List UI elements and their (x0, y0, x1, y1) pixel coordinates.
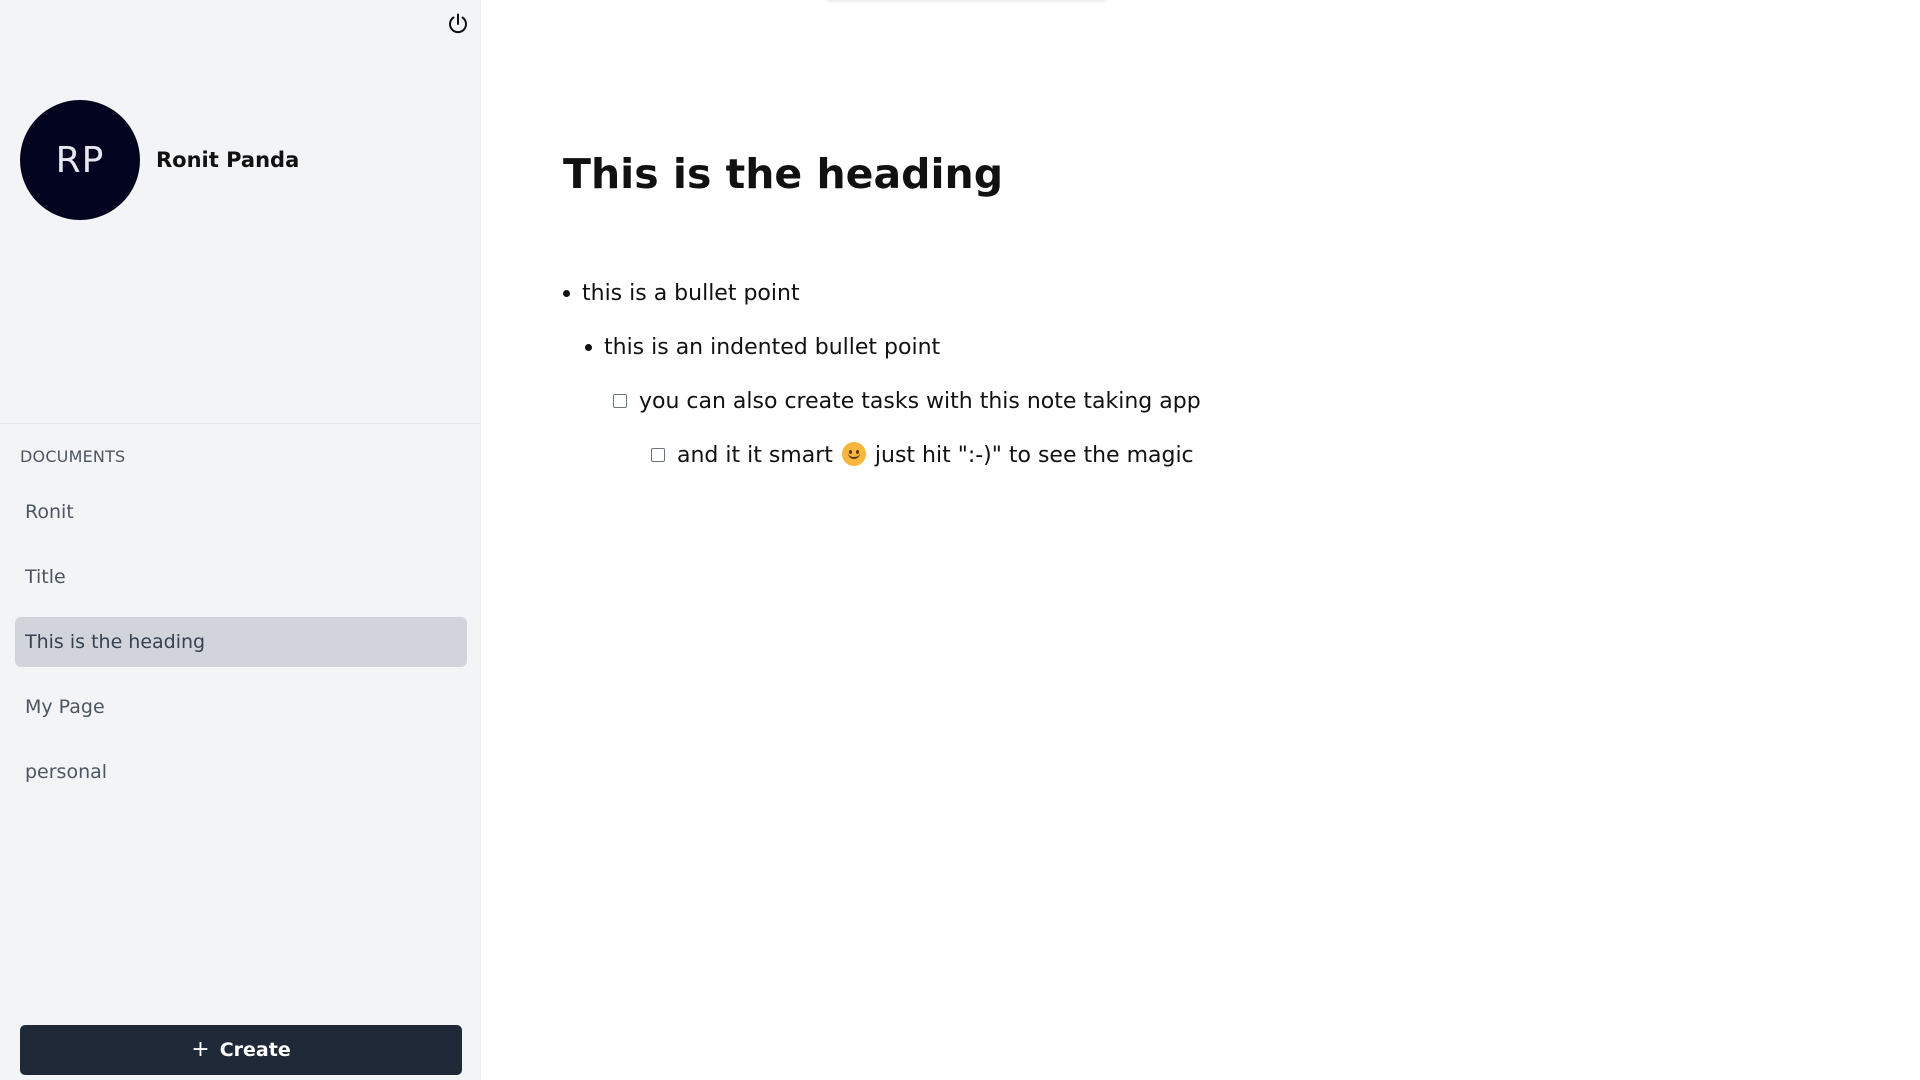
user-profile: RP Ronit Panda (20, 100, 299, 220)
app-window: RP Ronit Panda DOCUMENTS Ronit Title Thi… (0, 0, 1920, 1080)
document-item-personal[interactable]: personal (15, 747, 467, 797)
block-text-after-emoji: just hit ":-)" to see the magic (874, 442, 1194, 468)
bullet-block[interactable]: this is a bullet point (563, 266, 1863, 320)
task-checkbox[interactable] (651, 448, 665, 462)
document-list: Ronit Title This is the heading My Page … (15, 487, 467, 812)
sidebar: RP Ronit Panda DOCUMENTS Ronit Title Thi… (0, 0, 481, 1080)
nested-task-block[interactable]: and it it smart just hit ":-)" to see th… (563, 428, 1863, 482)
user-name: Ronit Panda (156, 148, 300, 172)
power-icon (449, 13, 467, 34)
bullet-icon (585, 343, 592, 351)
editor-area: This is the heading this is a bullet poi… (481, 0, 1920, 1080)
document-item-ronit[interactable]: Ronit (15, 487, 467, 537)
document-blocks: this is a bullet point this is an indent… (563, 266, 1863, 482)
document-editor[interactable]: This is the heading this is a bullet poi… (563, 140, 1863, 482)
smiley-emoji-icon (841, 442, 866, 466)
indented-bullet-block[interactable]: this is an indented bullet point (563, 320, 1863, 374)
create-button-label: Create (219, 1039, 291, 1061)
bullet-icon (563, 289, 570, 297)
create-document-button[interactable]: + Create (20, 1025, 462, 1075)
block-text: you can also create tasks with this note… (639, 388, 1201, 414)
block-text: this is a bullet point (582, 280, 800, 306)
block-text: this is an indented bullet point (604, 334, 941, 360)
block-text-before-emoji: and it it smart (677, 442, 833, 468)
logout-button[interactable] (443, 9, 473, 39)
task-checkbox[interactable] (613, 394, 627, 408)
plus-icon: + (191, 1037, 210, 1062)
document-item-title[interactable]: Title (15, 552, 467, 602)
avatar: RP (20, 100, 140, 220)
task-block[interactable]: you can also create tasks with this note… (563, 374, 1863, 428)
sidebar-divider (0, 423, 480, 424)
documents-section-label: DOCUMENTS (20, 447, 126, 466)
document-item-this-is-the-heading[interactable]: This is the heading (15, 617, 467, 667)
document-item-my-page[interactable]: My Page (15, 682, 467, 732)
document-heading[interactable]: This is the heading (563, 140, 1863, 208)
